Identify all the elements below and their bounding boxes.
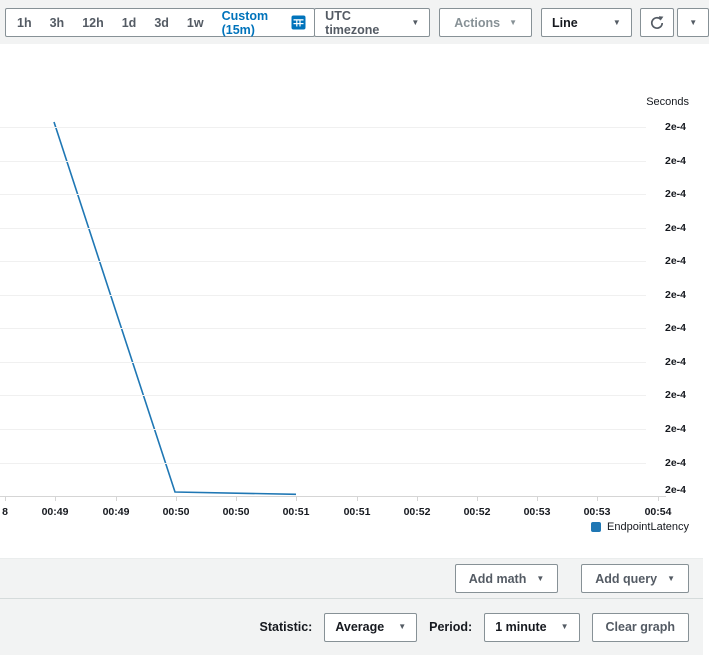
time-range-group: 1h3h12h1d3d1w Custom (15m) [5, 8, 315, 37]
add-math-label: Add math [469, 572, 527, 586]
caret-down-icon: ▼ [689, 19, 697, 27]
y-axis-tick-label: 2e-4 [665, 187, 686, 201]
x-axis-tick-label: 00:52 [404, 505, 431, 519]
refresh-button[interactable] [640, 8, 675, 37]
statistic-period-row: Statistic: Average ▼ Period: 1 minute ▼ … [0, 599, 703, 655]
time-range-button-3h[interactable]: 3h [41, 16, 74, 30]
y-axis-tick-label: 2e-4 [665, 254, 686, 268]
chart-type-value: Line [552, 16, 578, 30]
query-actions-row: Add math ▼ Add query ▼ [0, 559, 703, 599]
period-select[interactable]: 1 minute ▼ [484, 613, 579, 642]
x-axis-tick-label: 00:51 [344, 505, 371, 519]
refresh-icon [649, 15, 665, 31]
time-range-button-1h[interactable]: 1h [8, 16, 41, 30]
gridline [0, 395, 646, 396]
x-axis-tick [477, 496, 478, 501]
gridline [0, 463, 646, 464]
period-value: 1 minute [495, 620, 546, 634]
time-range-button-3d[interactable]: 3d [145, 16, 178, 30]
y-axis-tick-label: 2e-4 [665, 321, 686, 335]
legend-item[interactable]: EndpointLatency [591, 521, 689, 533]
actions-dropdown[interactable]: Actions ▼ [439, 8, 532, 37]
x-axis-tick [236, 496, 237, 501]
x-axis-tick [417, 496, 418, 501]
x-axis-tick-label: 00:51 [283, 505, 310, 519]
statistic-value: Average [335, 620, 384, 634]
y-axis-tick-label: 2e-4 [665, 456, 686, 470]
line-chart-plot [0, 44, 703, 558]
caret-down-icon: ▼ [398, 623, 406, 631]
add-query-dropdown[interactable]: Add query ▼ [581, 564, 689, 593]
caret-down-icon: ▼ [667, 575, 675, 583]
x-axis-tick [5, 496, 6, 501]
gridline [0, 295, 646, 296]
x-axis-tick-label: 00:49 [42, 505, 69, 519]
y-axis-tick-label: 2e-4 [665, 483, 686, 497]
x-axis-tick-label: 00:50 [223, 505, 250, 519]
x-axis-tick-label: 00:49 [103, 505, 130, 519]
x-axis-tick-label: 00:53 [584, 505, 611, 519]
statistic-select[interactable]: Average ▼ [324, 613, 417, 642]
statistic-label: Statistic: [260, 620, 313, 634]
y-axis-tick-label: 2e-4 [665, 355, 686, 369]
gridline [0, 161, 646, 162]
timezone-dropdown[interactable]: UTC timezone ▼ [314, 8, 430, 37]
timezone-dropdown-label: UTC timezone [325, 9, 401, 37]
x-axis-tick-label: 00:54 [645, 505, 672, 519]
caret-down-icon: ▼ [411, 19, 419, 27]
x-axis-line [0, 496, 666, 497]
time-range-button-12h[interactable]: 12h [73, 16, 113, 30]
x-axis-tick [55, 496, 56, 501]
x-axis-tick [176, 496, 177, 501]
add-math-dropdown[interactable]: Add math ▼ [455, 564, 559, 593]
x-axis-tick [537, 496, 538, 501]
x-axis-tick-label: 00:50 [163, 505, 190, 519]
time-range-button-1w[interactable]: 1w [178, 16, 213, 30]
chart-widget-panel: Seconds EndpointLatency 2e-42e-42e-42e-4… [0, 44, 703, 655]
gridline [0, 228, 646, 229]
x-axis-tick [116, 496, 117, 501]
chart-footer: Add math ▼ Add query ▼ Statistic: Averag… [0, 558, 703, 655]
y-axis-tick-label: 2e-4 [665, 154, 686, 168]
add-query-label: Add query [595, 572, 657, 586]
time-range-buttons: 1h3h12h1d3d1w [8, 16, 213, 30]
x-axis-tick-label: 8 [2, 505, 8, 519]
clear-graph-label: Clear graph [606, 620, 675, 634]
gridline [0, 194, 646, 195]
actions-dropdown-label: Actions [454, 16, 500, 30]
y-axis-tick-label: 2e-4 [665, 221, 686, 235]
y-axis-tick-label: 2e-4 [665, 120, 686, 134]
x-axis-tick [296, 496, 297, 501]
y-axis-tick-label: 2e-4 [665, 422, 686, 436]
gridline [0, 362, 646, 363]
gridline [0, 127, 646, 128]
x-axis-tick [357, 496, 358, 501]
caret-down-icon: ▼ [613, 19, 621, 27]
caret-down-icon: ▼ [509, 19, 517, 27]
x-axis-tick-label: 00:53 [524, 505, 551, 519]
gridline [0, 328, 646, 329]
gridline [0, 429, 646, 430]
legend-label: EndpointLatency [607, 521, 689, 533]
calendar-icon[interactable] [291, 14, 306, 32]
time-range-button-1d[interactable]: 1d [113, 16, 146, 30]
x-axis-tick [597, 496, 598, 501]
y-axis-tick-label: 2e-4 [665, 388, 686, 402]
caret-down-icon: ▼ [561, 623, 569, 631]
x-axis-tick-label: 00:52 [464, 505, 491, 519]
metric-chart: Seconds EndpointLatency 2e-42e-42e-42e-4… [0, 44, 703, 558]
y-axis-tick-label: 2e-4 [665, 288, 686, 302]
custom-time-range-link[interactable]: Custom (15m) [213, 9, 292, 37]
chart-toolbar: 1h3h12h1d3d1w Custom (15m) UTC timezone … [0, 0, 709, 44]
gridline [0, 261, 646, 262]
chart-type-select[interactable]: Line ▼ [541, 8, 632, 37]
legend-swatch-icon [591, 522, 601, 532]
clear-graph-button[interactable]: Clear graph [592, 613, 689, 642]
refresh-options-dropdown[interactable]: ▼ [677, 8, 709, 37]
endpoint-latency-line [54, 122, 296, 494]
chart-legend: EndpointLatency [591, 521, 689, 533]
caret-down-icon: ▼ [536, 575, 544, 583]
x-axis-tick [658, 496, 659, 501]
period-label: Period: [429, 620, 472, 634]
